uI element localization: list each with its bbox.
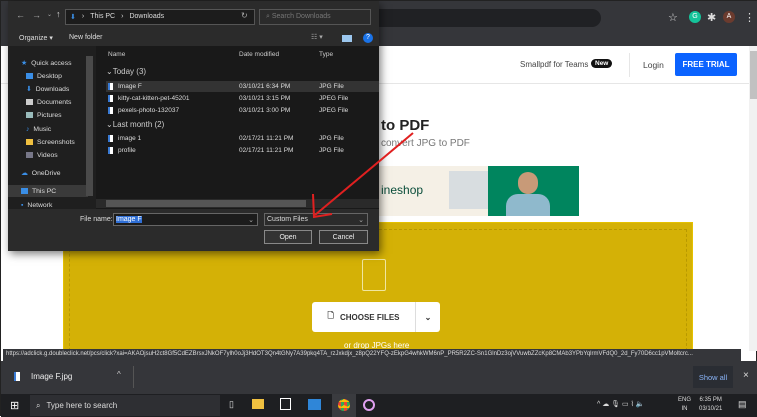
annotation-arrow [312, 132, 414, 219]
